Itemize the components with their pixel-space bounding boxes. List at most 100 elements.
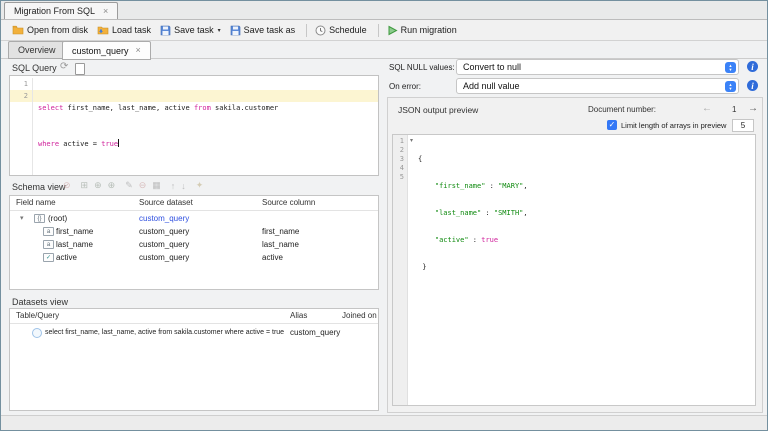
column-header-table-query[interactable]: Table/Query bbox=[16, 311, 59, 320]
column-header-alias[interactable]: Alias bbox=[290, 311, 307, 320]
delete-field-icon[interactable]: ⊖ bbox=[139, 180, 147, 191]
info-icon[interactable]: i bbox=[747, 80, 758, 91]
json-line-4: "active" : true bbox=[418, 236, 528, 245]
column-header-joined-on[interactable]: Joined on bbox=[342, 311, 377, 320]
field-name: last_name bbox=[56, 240, 93, 249]
string-type-icon: a bbox=[43, 240, 54, 249]
sql-line-2: where active = true bbox=[38, 138, 278, 150]
json-line-2: "first_name" : "MARY", bbox=[418, 182, 528, 191]
open-from-disk-button[interactable]: Open from disk bbox=[12, 25, 88, 35]
json-line-3: "last_name" : "SMITH", bbox=[418, 209, 528, 218]
info-icon[interactable]: i bbox=[747, 61, 758, 72]
column-header-field-name[interactable]: Field name bbox=[16, 198, 56, 207]
source-column: last_name bbox=[262, 240, 299, 249]
dataset-icon bbox=[32, 328, 42, 338]
sql-null-values-select[interactable]: Convert to null ▲▼ bbox=[456, 59, 739, 75]
save-task-as-label: Save task as bbox=[244, 25, 296, 35]
limit-arrays-input[interactable]: 5 bbox=[732, 119, 754, 132]
save-task-button[interactable]: Save task ▾ bbox=[160, 25, 221, 36]
sql-null-values-value: Convert to null bbox=[463, 62, 521, 72]
limit-arrays-checkbox[interactable]: ✓ bbox=[607, 120, 617, 130]
json-preview-panel: JSON output preview Document number: ← 1… bbox=[387, 97, 763, 413]
json-code-editor[interactable]: 1 2 3 4 5 ▾ { "first_name" : "MARY", "la… bbox=[392, 134, 756, 406]
save-task-label: Save task bbox=[174, 25, 214, 35]
object-type-icon: {} bbox=[34, 214, 45, 223]
schedule-label: Schedule bbox=[329, 25, 367, 35]
edit-field-icon[interactable]: ✎ bbox=[125, 180, 133, 191]
load-task-label: Load task bbox=[112, 25, 151, 35]
open-from-disk-label: Open from disk bbox=[27, 25, 88, 35]
boolean-type-icon: ✓ bbox=[43, 253, 54, 262]
column-header-source-dataset[interactable]: Source dataset bbox=[139, 198, 193, 207]
floppy-icon bbox=[160, 25, 171, 36]
tab-label: Migration From SQL bbox=[14, 6, 95, 16]
schedule-button[interactable]: Schedule bbox=[315, 25, 367, 36]
table-row[interactable]: ✓ active custom_query active bbox=[10, 251, 378, 264]
add-field-icon[interactable]: ⊞ bbox=[81, 180, 89, 191]
sql-line-1: select first_name, last_name, active fro… bbox=[38, 102, 278, 114]
on-error-label: On error: bbox=[389, 82, 421, 91]
select-stepper-icon: ▲▼ bbox=[725, 81, 736, 92]
add-object-icon[interactable]: ⊕ bbox=[94, 180, 102, 191]
previous-document-icon[interactable]: ← bbox=[702, 103, 712, 114]
string-type-icon: a bbox=[43, 227, 54, 236]
field-name: active bbox=[56, 253, 77, 262]
table-row[interactable]: a first_name custom_query first_name bbox=[10, 225, 378, 238]
document-number-label: Document number: bbox=[588, 105, 656, 114]
move-up-icon[interactable]: ↑ bbox=[171, 181, 176, 191]
sql-code-editor[interactable]: 1 2 select first_name, last_name, active… bbox=[9, 75, 379, 176]
limit-arrays-label: Limit length of arrays in preview bbox=[621, 121, 726, 130]
on-error-select[interactable]: Add null value ▲▼ bbox=[456, 78, 739, 94]
tab-custom-query[interactable]: custom_query × bbox=[62, 41, 151, 60]
source-column: active bbox=[262, 253, 283, 262]
add-array-icon[interactable]: ⊕ bbox=[108, 180, 116, 191]
next-document-icon[interactable]: → bbox=[748, 103, 758, 114]
refresh-icon[interactable]: ⟳ bbox=[60, 61, 68, 72]
gutter-divider bbox=[32, 78, 33, 175]
schema-table-header: Field name Source dataset Source column bbox=[10, 196, 378, 211]
table-row[interactable]: ▾ {} (root) custom_query bbox=[10, 212, 378, 225]
tab-overview[interactable]: Overview bbox=[8, 41, 66, 59]
json-preview-title: JSON output preview bbox=[398, 105, 478, 115]
close-icon[interactable]: × bbox=[103, 7, 108, 16]
field-name: (root) bbox=[48, 214, 67, 223]
datasets-view-title: Datasets view bbox=[12, 297, 68, 307]
folder-icon bbox=[12, 25, 24, 35]
toolbar-separator bbox=[306, 24, 307, 37]
folder-load-icon bbox=[97, 25, 109, 35]
clock-icon bbox=[315, 25, 326, 36]
save-task-as-button[interactable]: Save task as bbox=[230, 25, 296, 36]
json-code[interactable]: { "first_name" : "MARY", "last_name" : "… bbox=[418, 137, 528, 290]
tab-custom-query-label: custom_query bbox=[72, 46, 129, 56]
tab-overview-label: Overview bbox=[18, 45, 56, 55]
run-migration-button[interactable]: Run migration bbox=[387, 25, 457, 36]
auto-map-icon[interactable]: ✦ bbox=[196, 180, 204, 191]
source-dataset: custom_query bbox=[139, 253, 189, 262]
load-task-button[interactable]: Load task bbox=[97, 25, 151, 35]
remove-field-icon[interactable]: ⊘ bbox=[63, 180, 71, 191]
sql-null-values-label: SQL NULL values: bbox=[389, 63, 455, 72]
document-tab-bar: Migration From SQL × bbox=[1, 1, 767, 20]
select-stepper-icon: ▲▼ bbox=[725, 62, 736, 73]
source-dataset: custom_query bbox=[139, 227, 189, 236]
source-column: first_name bbox=[262, 227, 299, 236]
check-icon: ✓ bbox=[609, 121, 616, 129]
run-migration-label: Run migration bbox=[401, 25, 457, 35]
text-cursor bbox=[118, 139, 119, 147]
expander-icon[interactable]: ▾ bbox=[20, 214, 24, 222]
copy-field-icon[interactable]: ▦ bbox=[152, 180, 161, 191]
close-icon[interactable]: × bbox=[136, 46, 141, 55]
source-dataset: custom_query bbox=[139, 240, 189, 249]
datasets-table: Table/Query Alias Joined on select first… bbox=[9, 308, 379, 411]
document-icon[interactable] bbox=[75, 63, 85, 75]
column-header-source-column[interactable]: Source column bbox=[262, 198, 315, 207]
chevron-down-icon[interactable]: ▾ bbox=[218, 27, 221, 34]
schema-view-title: Schema view bbox=[12, 182, 66, 192]
source-dataset-link[interactable]: custom_query bbox=[139, 214, 189, 223]
sql-code[interactable]: select first_name, last_name, active fro… bbox=[38, 78, 278, 174]
table-row[interactable]: a last_name custom_query last_name bbox=[10, 238, 378, 251]
tab-migration-from-sql[interactable]: Migration From SQL × bbox=[4, 2, 118, 19]
fold-icon[interactable]: ▾ bbox=[410, 137, 413, 144]
move-down-icon[interactable]: ↓ bbox=[181, 181, 186, 191]
table-row[interactable]: select first_name, last_name, active fro… bbox=[10, 326, 378, 339]
